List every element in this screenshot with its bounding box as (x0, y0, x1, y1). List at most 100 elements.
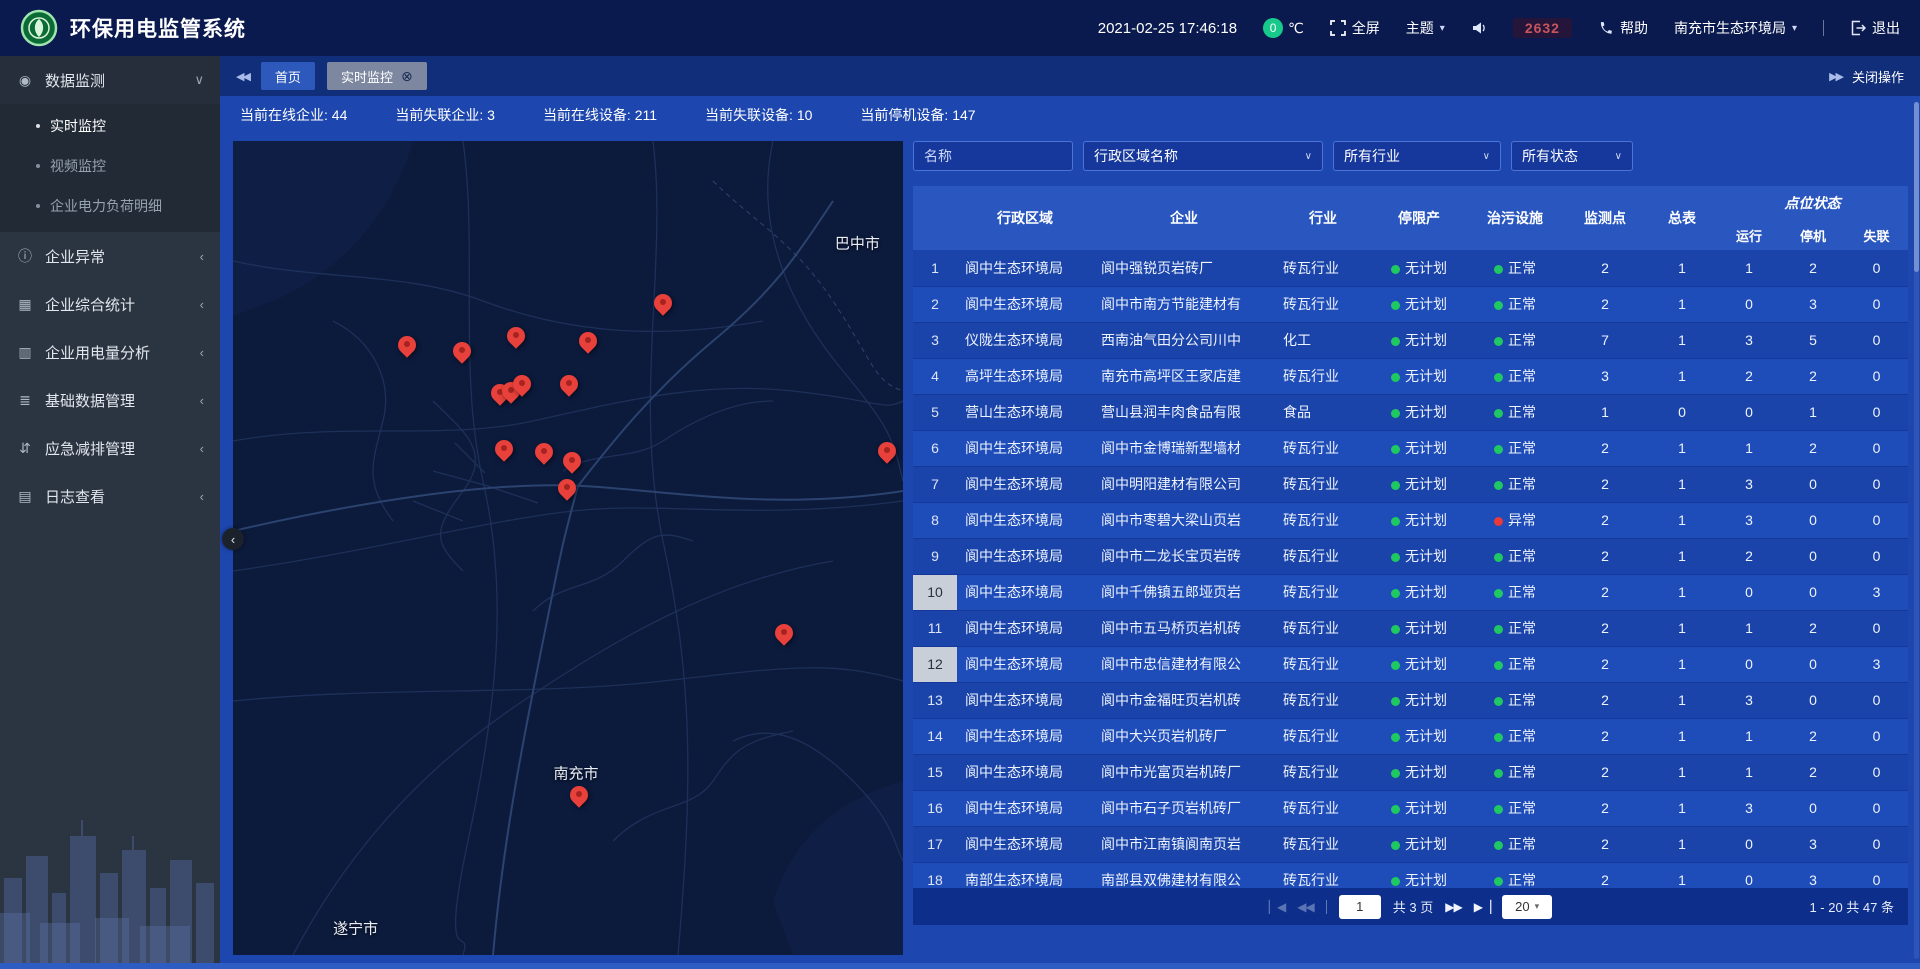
cell-lost: 0 (1845, 430, 1908, 466)
filter-row: 行政区域名称 ∨ 所有行业 ∨ 所有状态 ∨ (913, 141, 1908, 171)
map-pin[interactable] (560, 375, 578, 393)
table-row[interactable]: 16阆中生态环境局阆中市石子页岩机砖厂砖瓦行业无计划正常21300 (913, 790, 1908, 826)
map-pin[interactable] (495, 440, 513, 458)
map-pin[interactable] (558, 479, 576, 497)
logout-button[interactable]: 退出 (1850, 18, 1900, 38)
tab-home[interactable]: 首页 (261, 62, 315, 90)
cell-limit-status: 无计划 (1371, 430, 1467, 466)
sidebar-submenu: 实时监控视频监控企业电力负荷明细 (0, 104, 220, 232)
table-row[interactable]: 8阆中生态环境局阆中市枣碧大梁山页岩砖瓦行业无计划异常21300 (913, 502, 1908, 538)
map-pin[interactable] (453, 342, 471, 360)
table-row[interactable]: 18南部生态环境局南部县双佛建材有限公砖瓦行业无计划正常21030 (913, 862, 1908, 888)
map-pin[interactable] (507, 327, 525, 345)
cell-limit-status: 无计划 (1371, 286, 1467, 322)
header-divider (1823, 20, 1824, 36)
status-dot (1494, 301, 1503, 310)
scrollbar-thumb[interactable] (1914, 102, 1919, 272)
table-row[interactable]: 6阆中生态环境局阆中市金博瑞新型墙材砖瓦行业无计划正常21120 (913, 430, 1908, 466)
help-button[interactable]: 帮助 (1598, 18, 1648, 38)
tabs-scroll-left-icon[interactable]: ◀◀ (236, 70, 249, 83)
panel-collapse-button[interactable]: ‹ (222, 528, 244, 550)
table-row[interactable]: 13阆中生态环境局阆中市金福旺页岩机砖砖瓦行业无计划正常21300 (913, 682, 1908, 718)
status-filter-select[interactable]: 所有状态 ∨ (1511, 141, 1633, 171)
sidebar-item-data-monitor[interactable]: ◉数据监测∨ (0, 56, 220, 104)
first-page-button[interactable]: ▏◀ (1269, 900, 1285, 914)
sidebar-subitem-video-monitor[interactable]: 视频监控 (0, 146, 220, 186)
map-pin[interactable] (570, 786, 588, 804)
map-pin[interactable] (535, 443, 553, 461)
status-dot (1391, 733, 1400, 742)
table-row[interactable]: 1阆中生态环境局阆中强锐页岩砖厂砖瓦行业无计划正常21120 (913, 250, 1908, 286)
status-dot (1391, 589, 1400, 598)
map-pin[interactable] (513, 375, 531, 393)
table-row[interactable]: 11阆中生态环境局阆中市五马桥页岩机砖砖瓦行业无计划正常21120 (913, 610, 1908, 646)
sidebar-item-emergency-reduction[interactable]: ⇵应急减排管理‹ (0, 424, 220, 472)
vertical-scrollbar[interactable] (1914, 102, 1919, 959)
table-row[interactable]: 2阆中生态环境局阆中市南方节能建材有砖瓦行业无计划正常21030 (913, 286, 1908, 322)
table-row[interactable]: 7阆中生态环境局阆中明阳建材有限公司砖瓦行业无计划正常21300 (913, 466, 1908, 502)
industry-filter-select[interactable]: 所有行业 ∨ (1333, 141, 1501, 171)
cell-lost: 0 (1845, 286, 1908, 322)
stat-label: 当前在线设备: (543, 107, 635, 123)
sidebar-item-power-analysis[interactable]: ▥企业用电量分析‹ (0, 328, 220, 376)
sidebar-item-company-statistics[interactable]: ▦企业综合统计‹ (0, 280, 220, 328)
sidebar-item-base-data[interactable]: ≣基础数据管理‹ (0, 376, 220, 424)
announcement-button[interactable] (1471, 20, 1487, 36)
page-size-select[interactable]: 20 ▾ (1502, 895, 1552, 919)
cell-lost: 0 (1845, 358, 1908, 394)
table-row[interactable]: 3仪陇生态环境局西南油气田分公司川中化工无计划正常71350 (913, 322, 1908, 358)
map-pin[interactable] (563, 452, 581, 470)
map-pin[interactable] (878, 442, 896, 460)
cell-points: 2 (1563, 646, 1647, 682)
cell-limit-status: 无计划 (1371, 826, 1467, 862)
last-page-button[interactable]: ▶▕ (1474, 900, 1490, 914)
stat-item: 当前失联设备: 10 (705, 105, 812, 125)
map[interactable]: 巴中市南充市遂宁市 (233, 141, 903, 955)
prev-page-button[interactable]: ◀◀ (1297, 900, 1313, 914)
stat-label: 当前失联设备: (705, 107, 797, 123)
sidebar-subitem-power-load-detail[interactable]: 企业电力负荷明细 (0, 186, 220, 226)
cell-meters: 1 (1647, 286, 1717, 322)
table-row[interactable]: 17阆中生态环境局阆中市江南镇阆南页岩砖瓦行业无计划正常21030 (913, 826, 1908, 862)
cell-facility-status: 正常 (1467, 466, 1563, 502)
cell-meters: 1 (1647, 358, 1717, 394)
cell-points: 7 (1563, 322, 1647, 358)
map-city-label: 巴中市 (835, 232, 880, 253)
chevron-left-icon: ‹ (231, 532, 235, 547)
cell-stop: 2 (1781, 430, 1845, 466)
next-page-button[interactable]: ▶▶ (1445, 900, 1461, 914)
theme-select[interactable]: 主题 ▾ (1406, 18, 1445, 38)
region-filter-select[interactable]: 行政区域名称 ∨ (1083, 141, 1323, 171)
table-row[interactable]: 4高坪生态环境局南充市高坪区王家店建砖瓦行业无计划正常31220 (913, 358, 1908, 394)
table-row[interactable]: 9阆中生态环境局阆中市二龙长宝页岩砖砖瓦行业无计划正常21200 (913, 538, 1908, 574)
close-operations-button[interactable]: 关闭操作 (1852, 67, 1904, 86)
map-pin[interactable] (398, 336, 416, 354)
stat-value: 147 (952, 107, 975, 123)
cell-points: 2 (1563, 286, 1647, 322)
tabs-scroll-right-icon[interactable]: ▶▶ (1829, 70, 1842, 83)
tab-close-icon[interactable]: ⊗ (401, 69, 413, 83)
table-row[interactable]: 14阆中生态环境局阆中大兴页岩机砖厂砖瓦行业无计划正常21120 (913, 718, 1908, 754)
table-row[interactable]: 12阆中生态环境局阆中市忠信建材有限公砖瓦行业无计划正常21003 (913, 646, 1908, 682)
sidebar-subitem-realtime-monitor[interactable]: 实时监控 (0, 106, 220, 146)
status-dot (1391, 661, 1400, 670)
map-pin[interactable] (654, 294, 672, 312)
fullscreen-button[interactable]: 全屏 (1330, 18, 1380, 38)
table-row[interactable]: 5营山生态环境局营山县润丰肉食品有限食品无计划正常10010 (913, 394, 1908, 430)
monitor-icon: ◉ (16, 72, 34, 89)
cell-region: 阆中生态环境局 (957, 538, 1093, 574)
table-row[interactable]: 15阆中生态环境局阆中市光富页岩机砖厂砖瓦行业无计划正常21120 (913, 754, 1908, 790)
stat-value: 211 (635, 107, 657, 123)
map-pin[interactable] (775, 624, 793, 642)
sidebar-item-log-view[interactable]: ▤日志查看‹ (0, 472, 220, 520)
name-filter-input[interactable] (913, 141, 1073, 171)
notification-count-badge[interactable]: 2632 (1513, 18, 1572, 38)
cell-meters: 1 (1647, 718, 1717, 754)
map-pin[interactable] (579, 332, 597, 350)
status-dot (1391, 373, 1400, 382)
org-select[interactable]: 南充市生态环境局 ▾ (1674, 18, 1797, 38)
sidebar-item-company-abnormal[interactable]: ⓘ企业异常‹ (0, 232, 220, 280)
table-row[interactable]: 10阆中生态环境局阆中千佛镇五郎垭页岩砖瓦行业无计划正常21003 (913, 574, 1908, 610)
page-input[interactable] (1339, 895, 1381, 919)
tab-realtime-monitor[interactable]: 实时监控 ⊗ (327, 62, 427, 90)
